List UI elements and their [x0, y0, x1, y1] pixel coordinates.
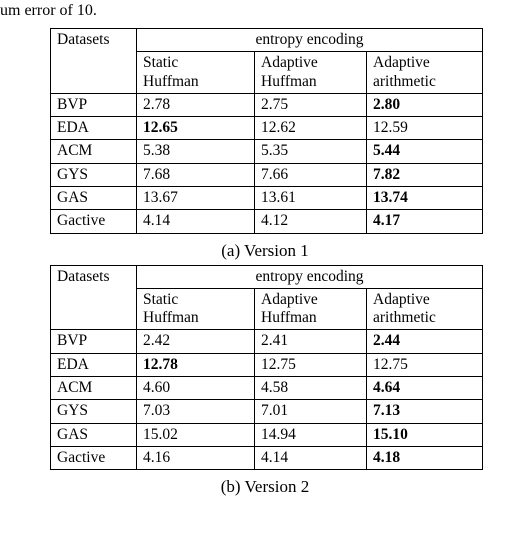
data-cell: 7.82: [367, 163, 483, 186]
data-cell: 5.35: [255, 140, 367, 163]
table-row: EDA12.6512.6212.59: [51, 117, 483, 140]
text-fragment-dot: .: [93, 2, 97, 19]
row-header-cell: EDA: [51, 117, 137, 140]
data-cell: 5.38: [137, 140, 255, 163]
col-header-static-huffman: Static Huffman: [137, 52, 255, 94]
data-cell: 4.64: [367, 376, 483, 399]
col-header-line: Adaptive: [373, 291, 430, 308]
table-row: BVP2.422.412.44: [51, 330, 483, 353]
row-header-cell: EDA: [51, 353, 137, 376]
data-cell: 15.10: [367, 423, 483, 446]
data-cell: 7.66: [255, 163, 367, 186]
data-cell: 12.75: [255, 353, 367, 376]
data-cell: 4.14: [137, 210, 255, 233]
data-cell: 2.80: [367, 93, 483, 116]
row-header-cell: GYS: [51, 400, 137, 423]
data-cell: 7.01: [255, 400, 367, 423]
table-row: Gactive4.144.124.17: [51, 210, 483, 233]
page: um error of 10. Datasets entropy encodin…: [0, 0, 530, 497]
row-header-cell: BVP: [51, 93, 137, 116]
data-cell: 2.41: [255, 330, 367, 353]
col-header-line: Adaptive: [261, 291, 318, 308]
data-cell: 12.65: [137, 117, 255, 140]
row-header-cell: ACM: [51, 140, 137, 163]
data-cell: 4.60: [137, 376, 255, 399]
col-header-line: Huffman: [143, 309, 199, 326]
text-fragment: um error of 10: [0, 2, 93, 19]
tables-container: Datasets entropy encoding Static Huffman…: [0, 0, 480, 497]
col-header-line: Static: [143, 291, 178, 308]
caption-b: (b) Version 2: [50, 477, 480, 497]
col-header-adaptive-arithmetic: Adaptive arithmetic: [367, 288, 483, 330]
data-cell: 14.94: [255, 423, 367, 446]
col-header-line: Huffman: [143, 73, 199, 90]
table-row: GYS7.687.667.82: [51, 163, 483, 186]
data-cell: 15.02: [137, 423, 255, 446]
data-cell: 7.13: [367, 400, 483, 423]
text-fragment-top: um error of 10.: [0, 2, 97, 20]
col-header-adaptive-huffman: Adaptive Huffman: [255, 52, 367, 94]
row-header-cell: GYS: [51, 163, 137, 186]
col-header-line: Adaptive: [261, 54, 318, 71]
table-row: BVP2.782.752.80: [51, 93, 483, 116]
row-header-cell: Gactive: [51, 210, 137, 233]
col-header-line: Adaptive: [373, 54, 430, 71]
col-header-line: Static: [143, 54, 178, 71]
col-header-datasets: Datasets: [51, 29, 137, 94]
data-cell: 2.42: [137, 330, 255, 353]
data-cell: 7.68: [137, 163, 255, 186]
data-cell: 4.12: [255, 210, 367, 233]
data-cell: 12.75: [367, 353, 483, 376]
data-cell: 12.59: [367, 117, 483, 140]
data-cell: 7.03: [137, 400, 255, 423]
data-cell: 4.18: [367, 446, 483, 469]
table-row: ACM4.604.584.64: [51, 376, 483, 399]
data-cell: 4.17: [367, 210, 483, 233]
table-row: GAS15.0214.9415.10: [51, 423, 483, 446]
data-cell: 12.62: [255, 117, 367, 140]
col-header-line: arithmetic: [373, 73, 436, 90]
data-cell: 12.78: [137, 353, 255, 376]
data-cell: 13.74: [367, 186, 483, 209]
col-header-adaptive-huffman: Adaptive Huffman: [255, 288, 367, 330]
caption-a: (a) Version 1: [50, 241, 480, 261]
table-row: GAS13.6713.6113.74: [51, 186, 483, 209]
col-header-datasets: Datasets: [51, 265, 137, 330]
col-header-line: arithmetic: [373, 309, 436, 326]
col-header-group: entropy encoding: [137, 265, 483, 288]
table-row: GYS7.037.017.13: [51, 400, 483, 423]
col-header-static-huffman: Static Huffman: [137, 288, 255, 330]
table-row: ACM5.385.355.44: [51, 140, 483, 163]
data-cell: 2.75: [255, 93, 367, 116]
data-cell: 4.14: [255, 446, 367, 469]
col-header-line: Huffman: [261, 309, 317, 326]
table-header-row-1: Datasets entropy encoding: [51, 265, 483, 288]
col-header-line: Huffman: [261, 73, 317, 90]
row-header-cell: ACM: [51, 376, 137, 399]
data-cell: 13.61: [255, 186, 367, 209]
row-header-cell: BVP: [51, 330, 137, 353]
data-cell: 13.67: [137, 186, 255, 209]
col-header-group: entropy encoding: [137, 29, 483, 52]
data-cell: 4.16: [137, 446, 255, 469]
table-row: Gactive4.164.144.18: [51, 446, 483, 469]
table-version-1: Datasets entropy encoding Static Huffman…: [50, 28, 483, 234]
data-cell: 5.44: [367, 140, 483, 163]
table-version-2: Datasets entropy encoding Static Huffman…: [50, 265, 483, 471]
col-header-adaptive-arithmetic: Adaptive arithmetic: [367, 52, 483, 94]
data-cell: 2.44: [367, 330, 483, 353]
row-header-cell: GAS: [51, 186, 137, 209]
row-header-cell: Gactive: [51, 446, 137, 469]
table-row: EDA12.7812.7512.75: [51, 353, 483, 376]
data-cell: 4.58: [255, 376, 367, 399]
row-header-cell: GAS: [51, 423, 137, 446]
table-header-row-1: Datasets entropy encoding: [51, 29, 483, 52]
data-cell: 2.78: [137, 93, 255, 116]
